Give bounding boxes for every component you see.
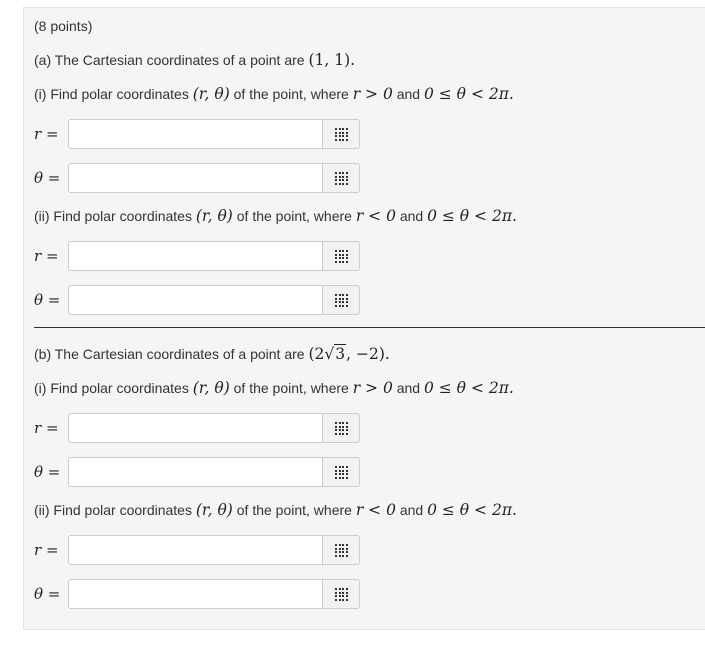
question-prefix: (ii) Find polar coordinates bbox=[34, 208, 192, 224]
equation-editor-button[interactable] bbox=[322, 579, 360, 609]
and-text: and bbox=[396, 380, 421, 396]
answer-input-b-ii-theta[interactable] bbox=[68, 579, 322, 609]
part-b-point: (2√3, −2). bbox=[308, 344, 390, 363]
r-condition-math: r > 0 bbox=[352, 379, 393, 397]
r-condition-math: r < 0 bbox=[355, 207, 396, 225]
r-label: r = bbox=[34, 125, 59, 143]
answer-input-a-i-r[interactable] bbox=[68, 119, 322, 149]
r-condition-math: r > 0 bbox=[352, 85, 393, 103]
theta-condition-math: 0 ≤ θ < 2π. bbox=[423, 85, 514, 103]
equation-editor-button[interactable] bbox=[322, 163, 360, 193]
theta-label: θ = bbox=[34, 169, 61, 187]
part-b-intro: (b) The Cartesian coordinates of a point… bbox=[34, 346, 305, 362]
and-text: and bbox=[399, 502, 424, 518]
answer-input-b-i-r[interactable] bbox=[68, 413, 322, 443]
grid-icon bbox=[335, 172, 348, 185]
answer-input-b-i-theta[interactable] bbox=[68, 457, 322, 487]
equation-editor-button[interactable] bbox=[322, 413, 360, 443]
question-mid: of the point, where bbox=[233, 380, 349, 396]
question-prefix: (i) Find polar coordinates bbox=[34, 86, 189, 102]
equation-editor-button[interactable] bbox=[322, 119, 360, 149]
r-condition-math: r < 0 bbox=[355, 501, 396, 519]
answer-input-a-ii-r[interactable] bbox=[68, 241, 322, 271]
r-label: r = bbox=[34, 247, 59, 265]
question-mid: of the point, where bbox=[236, 208, 352, 224]
part-b-statement: (b) The Cartesian coordinates of a point… bbox=[34, 344, 390, 363]
grid-icon bbox=[335, 128, 348, 141]
section-divider bbox=[34, 327, 705, 328]
theta-condition-math: 0 ≤ θ < 2π. bbox=[427, 207, 517, 225]
polar-coords-math: (r, θ) bbox=[195, 501, 233, 519]
sqrt-symbol: √3 bbox=[324, 344, 347, 363]
sqrt-argument: 3 bbox=[334, 344, 347, 363]
answer-input-a-i-theta[interactable] bbox=[68, 163, 322, 193]
point-open: (2 bbox=[308, 345, 325, 363]
grid-icon bbox=[335, 588, 348, 601]
grid-icon bbox=[335, 294, 348, 307]
polar-coords-math: (r, θ) bbox=[192, 379, 230, 397]
part-a-intro: (a) The Cartesian coordinates of a point… bbox=[34, 52, 305, 68]
question-prefix: (ii) Find polar coordinates bbox=[34, 502, 192, 518]
equation-editor-button[interactable] bbox=[322, 535, 360, 565]
question-mid: of the point, where bbox=[236, 502, 352, 518]
part-b-ii-question: (ii) Find polar coordinates (r, θ) of th… bbox=[34, 501, 517, 519]
r-label: r = bbox=[34, 541, 59, 559]
part-a-i-question: (i) Find polar coordinates (r, θ) of the… bbox=[34, 85, 514, 103]
grid-icon bbox=[335, 250, 348, 263]
equation-editor-button[interactable] bbox=[322, 285, 360, 315]
problem-panel: (8 points) (a) The Cartesian coordinates… bbox=[23, 7, 705, 630]
r-label: r = bbox=[34, 419, 59, 437]
polar-coords-math: (r, θ) bbox=[195, 207, 233, 225]
part-a-point: (1, 1). bbox=[308, 51, 356, 69]
grid-icon bbox=[335, 422, 348, 435]
point-close: , −2). bbox=[346, 345, 390, 363]
theta-label: θ = bbox=[34, 585, 61, 603]
grid-icon bbox=[335, 544, 348, 557]
theta-condition-math: 0 ≤ θ < 2π. bbox=[423, 379, 514, 397]
theta-label: θ = bbox=[34, 463, 61, 481]
part-a-ii-question: (ii) Find polar coordinates (r, θ) of th… bbox=[34, 207, 517, 225]
part-b-i-question: (i) Find polar coordinates (r, θ) of the… bbox=[34, 379, 514, 397]
and-text: and bbox=[399, 208, 424, 224]
equation-editor-button[interactable] bbox=[322, 457, 360, 487]
polar-coords-math: (r, θ) bbox=[192, 85, 230, 103]
theta-label: θ = bbox=[34, 291, 61, 309]
question-prefix: (i) Find polar coordinates bbox=[34, 380, 189, 396]
grid-icon bbox=[335, 466, 348, 479]
question-mid: of the point, where bbox=[233, 86, 349, 102]
and-text: and bbox=[396, 86, 421, 102]
part-a-statement: (a) The Cartesian coordinates of a point… bbox=[34, 51, 355, 69]
points-label: (8 points) bbox=[34, 18, 93, 34]
answer-input-a-ii-theta[interactable] bbox=[68, 285, 322, 315]
theta-condition-math: 0 ≤ θ < 2π. bbox=[427, 501, 517, 519]
equation-editor-button[interactable] bbox=[322, 241, 360, 271]
answer-input-b-ii-r[interactable] bbox=[68, 535, 322, 565]
